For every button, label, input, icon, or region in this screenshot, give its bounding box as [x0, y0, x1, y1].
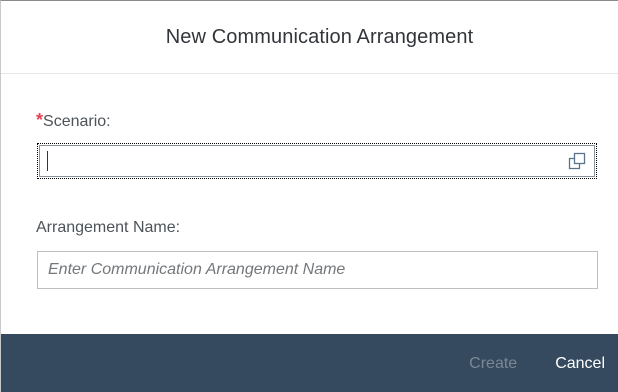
dialog-content: *Scenario: Arrangement Name:: [1, 74, 618, 310]
new-communication-arrangement-dialog: New Communication Arrangement *Scenario:…: [0, 0, 618, 392]
arrangement-name-input[interactable]: [37, 251, 598, 289]
text-caret: [47, 151, 48, 171]
dialog-header: New Communication Arrangement: [1, 1, 618, 74]
create-button[interactable]: Create: [469, 355, 517, 373]
dialog-footer: Create Cancel: [1, 334, 618, 392]
required-marker: *: [36, 110, 44, 130]
scenario-input[interactable]: [37, 143, 597, 179]
arrangement-name-label: Arrangement Name:: [36, 219, 181, 236]
scenario-label: *Scenario:: [36, 110, 111, 131]
cancel-button[interactable]: Cancel: [555, 355, 605, 373]
dialog-title: New Communication Arrangement: [165, 25, 474, 48]
scenario-label-text: Scenario:: [43, 113, 111, 130]
value-help-icon[interactable]: [564, 148, 590, 174]
